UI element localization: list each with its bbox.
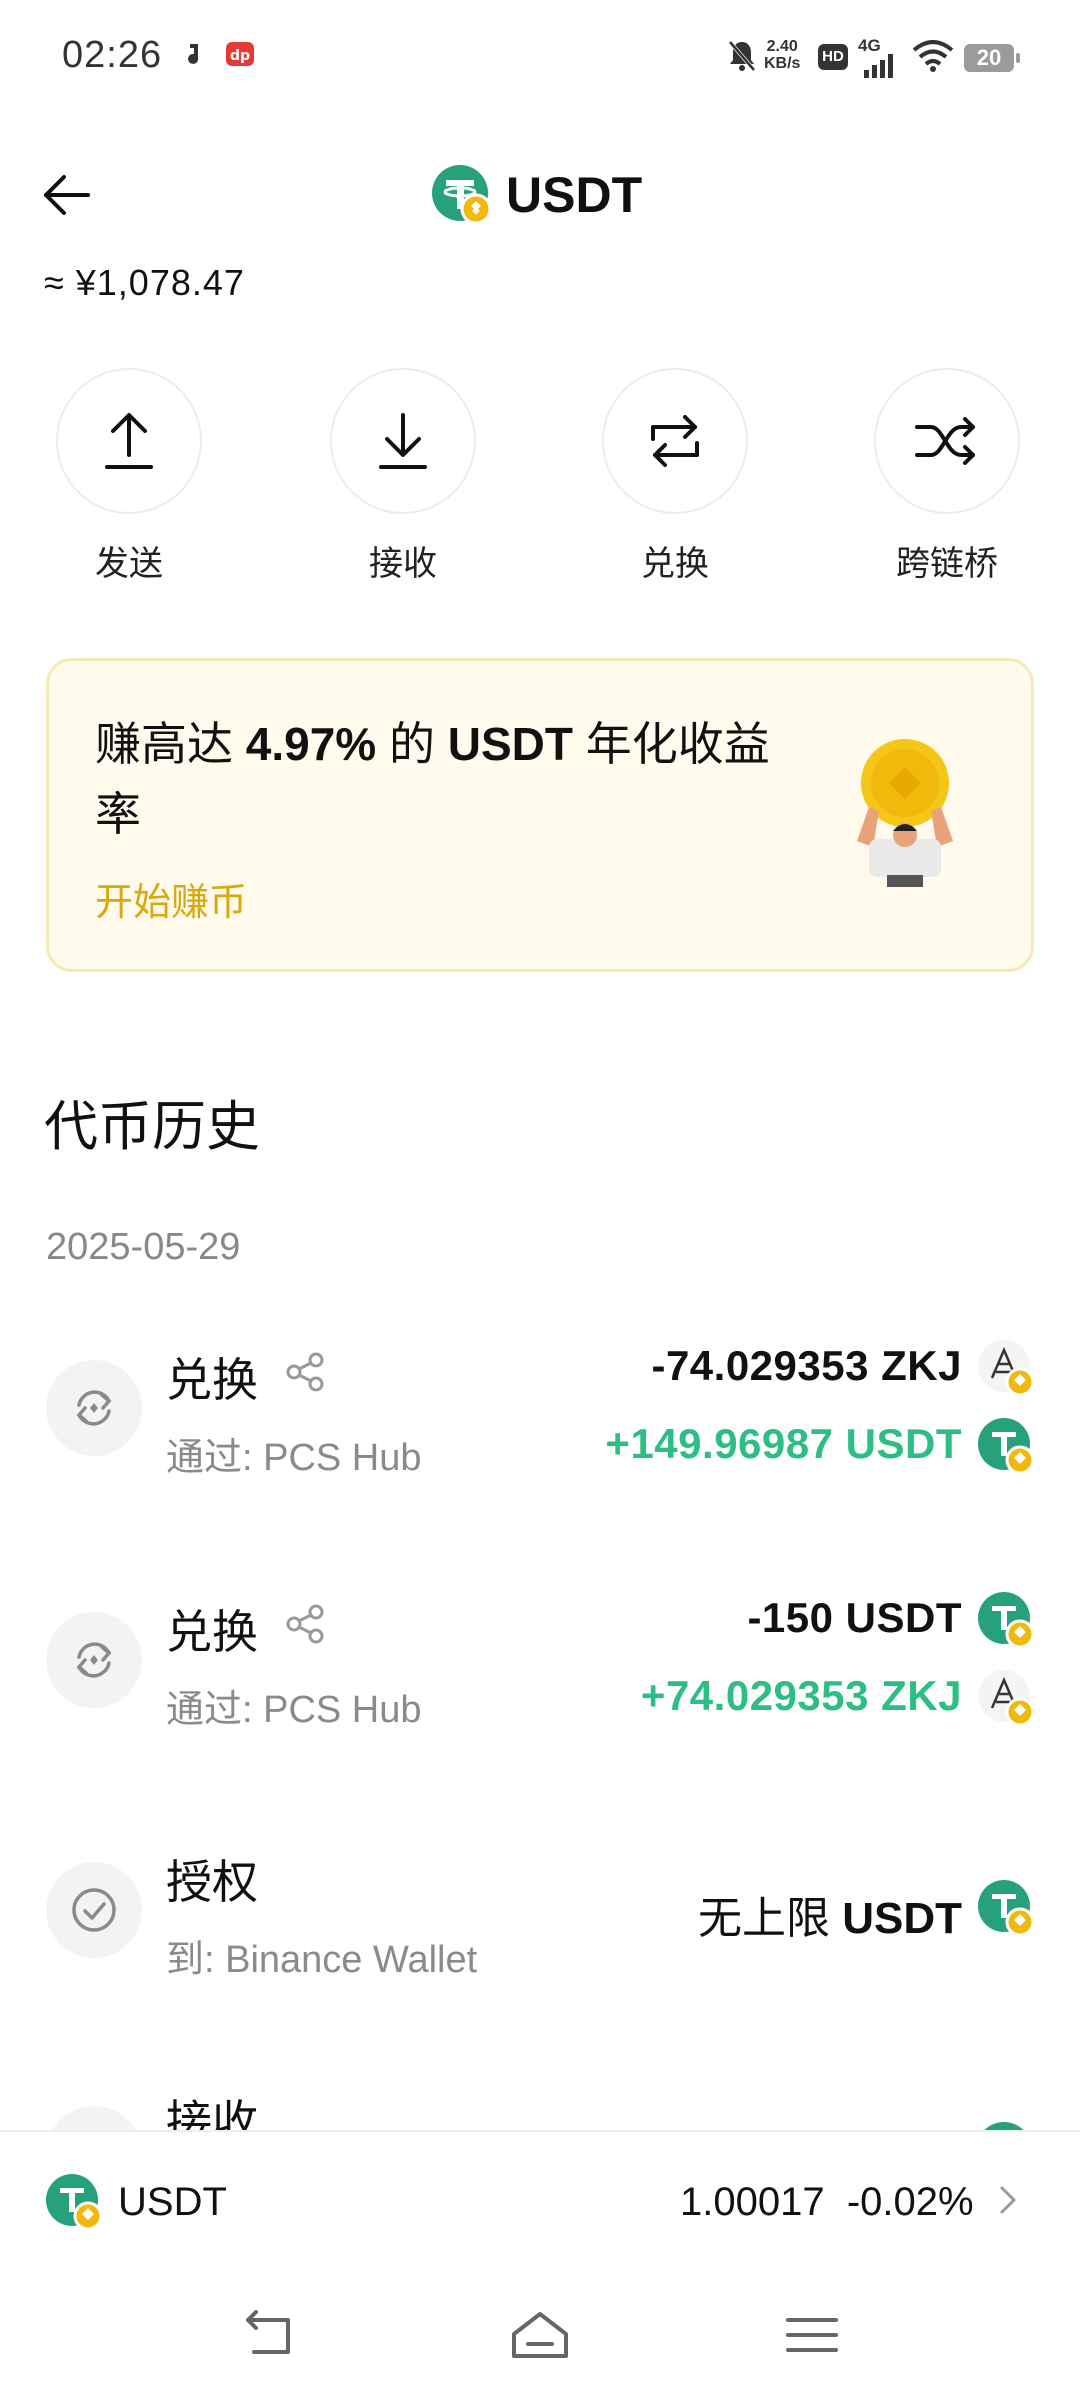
tx-type: 兑换: [166, 1354, 258, 1406]
swap-tx-icon: [46, 1612, 142, 1708]
share-icon[interactable]: [284, 1602, 328, 1646]
tx-amount-in: +149.96987 USDT: [605, 1420, 962, 1467]
coin-holder-illustration: [857, 739, 953, 887]
app-notification-icon: dp: [226, 42, 254, 66]
share-icon[interactable]: [284, 1350, 328, 1394]
svg-text:dp: dp: [230, 48, 250, 64]
transaction-row[interactable]: 接收: [0, 2070, 1080, 2130]
earn-promo-card[interactable]: 赚高达 4.97% 的 USDT 年化收益率 开始赚币: [46, 658, 1034, 972]
market-token-name: USDT: [118, 2179, 227, 2224]
token-header: USDT: [430, 160, 642, 230]
send-button[interactable]: 发送: [54, 368, 204, 585]
tx-amount-out: -150 USDT: [747, 1594, 962, 1641]
swap-button[interactable]: 兑换: [600, 368, 750, 585]
battery-indicator: 20: [964, 44, 1020, 72]
usdt-bnb-token-icon: [978, 1880, 1035, 1937]
chevron-right-icon[interactable]: [996, 2182, 1020, 2218]
fiat-balance: ≈ ¥1,078.47: [44, 262, 245, 303]
receive-tx-icon: [46, 2106, 142, 2130]
history-date: 2025-05-29: [46, 1226, 241, 1268]
tx-amount-out: -74.029353 ZKJ: [651, 1342, 962, 1389]
tx-via: 通过: PCS Hub: [166, 1437, 422, 1479]
status-time: 02:26: [62, 34, 163, 76]
market-token[interactable]: USDT: [44, 2172, 227, 2232]
approve-tx-icon: [46, 1862, 142, 1958]
tx-to: 到: Binance Wallet: [166, 1939, 478, 1981]
swap-tx-icon: [46, 1360, 142, 1456]
token-history-title: 代币历史: [44, 1097, 260, 1157]
usdt-bnb-token-icon: [978, 1418, 1035, 1475]
promo-text: 赚高达 4.97% 的 USDT 年化收益率: [95, 718, 770, 840]
market-price[interactable]: 1.00017 -0.02%: [680, 2180, 974, 2225]
tx-type: 兑换: [166, 1606, 258, 1658]
download-icon: [379, 413, 427, 469]
wifi-icon: [912, 40, 954, 72]
nav-menu-icon[interactable]: [784, 2310, 840, 2360]
shuffle-icon: [915, 417, 975, 465]
tx-type: 接收: [166, 2096, 258, 2130]
music-icon: [188, 44, 199, 64]
bell-muted-icon: [728, 40, 756, 72]
usdt-bnb-token-icon: [46, 2174, 103, 2231]
receive-button[interactable]: 接收: [328, 368, 478, 585]
upload-icon: [105, 413, 153, 469]
page-title: USDT: [506, 167, 643, 223]
usdt-token-icon: [976, 2122, 1032, 2130]
receive-label: 接收: [369, 545, 437, 583]
hd-badge: HD: [818, 44, 848, 70]
transaction-row[interactable]: 兑换 通过: PCS Hub -150 USDT +74.029353 ZKJ: [0, 1572, 1080, 1752]
bridge-label: 跨链桥: [896, 545, 998, 583]
tx-type: 授权: [166, 1856, 258, 1908]
tx-amount-in: +74.029353 ZKJ: [640, 1672, 962, 1719]
swap-label: 兑换: [641, 545, 709, 583]
usdt-bnb-token-icon: [432, 165, 492, 225]
transaction-row[interactable]: 授权 到: Binance Wallet 无上限 USDT: [0, 1822, 1080, 2002]
nav-back-icon[interactable]: [240, 2310, 296, 2360]
usdt-bnb-token-icon: [978, 1592, 1035, 1649]
tx-via: 通过: PCS Hub: [166, 1689, 422, 1731]
zkj-bnb-token-icon: [978, 1340, 1035, 1397]
zkj-bnb-token-icon: [978, 1670, 1035, 1727]
send-label: 发送: [95, 545, 163, 583]
divider: [0, 2130, 1080, 2132]
swap-icon: [651, 415, 699, 467]
bridge-button[interactable]: 跨链桥: [872, 368, 1022, 585]
start-earning-link[interactable]: 开始赚币: [95, 871, 247, 926]
nav-home-icon[interactable]: [510, 2310, 570, 2360]
back-arrow-icon[interactable]: [40, 170, 100, 220]
net-speed: 2.40 KB/s: [764, 38, 801, 72]
transaction-row[interactable]: 兑换 通过: PCS Hub -74.029353 ZKJ +149.96987…: [0, 1320, 1080, 1500]
tx-approval-amount: 无上限 USDT: [697, 1894, 962, 1943]
